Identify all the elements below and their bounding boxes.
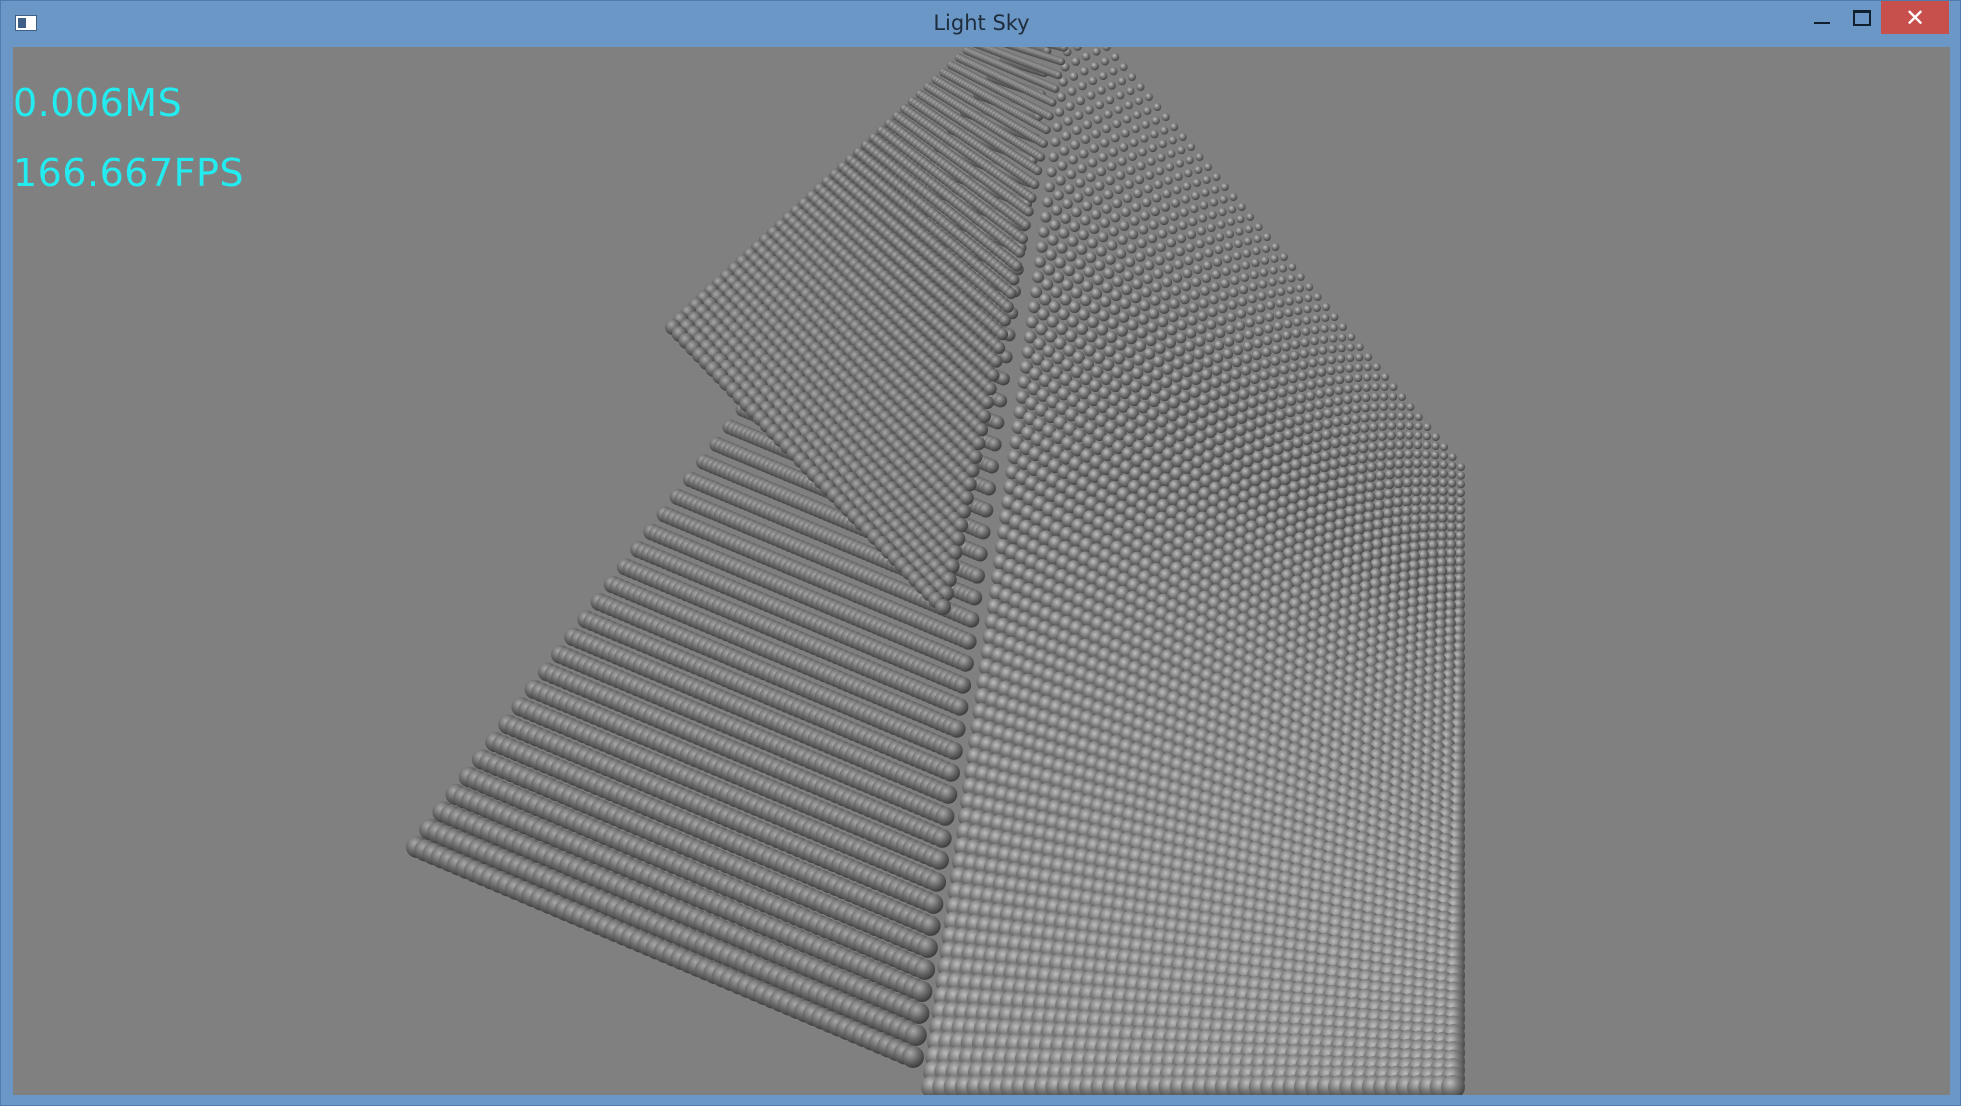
sphere-cube-scene: [406, 47, 1466, 1095]
close-icon: ✕: [1904, 3, 1926, 32]
close-button[interactable]: ✕: [1881, 1, 1949, 34]
minimize-icon: [1814, 21, 1830, 24]
fps-readout: 166.667FPS: [13, 151, 245, 195]
window-title: Light Sky: [933, 11, 1030, 35]
frame-time-readout: 0.006MS: [13, 81, 183, 125]
app-window: Light Sky ✕ 0.006MS 166.667FPS: [0, 0, 1961, 1106]
maximize-button[interactable]: [1844, 1, 1880, 34]
render-viewport[interactable]: 0.006MS 166.667FPS: [13, 47, 1950, 1095]
title-bar[interactable]: Light Sky ✕: [1, 1, 1961, 47]
minimize-button[interactable]: [1804, 1, 1840, 34]
maximize-icon: [1853, 9, 1871, 26]
